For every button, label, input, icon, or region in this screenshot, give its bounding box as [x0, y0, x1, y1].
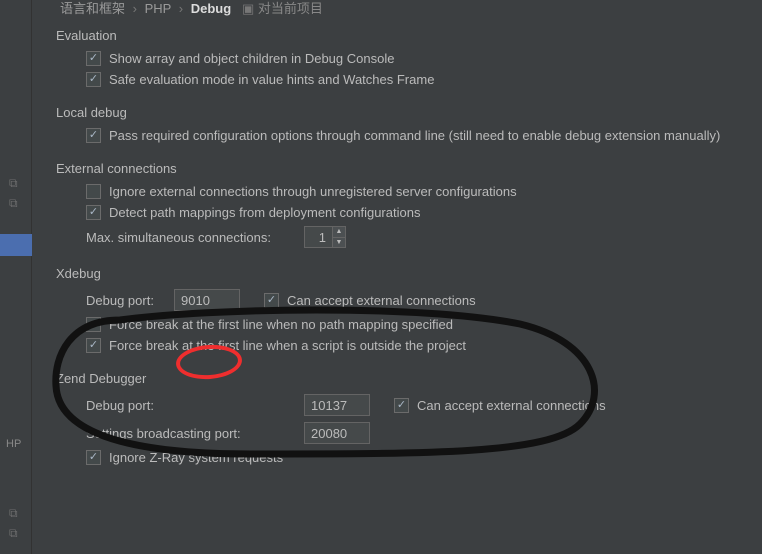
chevron-right-icon: › — [133, 1, 137, 16]
stack-icon[interactable]: ⧉ — [9, 196, 18, 211]
copy-icon-2[interactable]: ⧉ — [9, 506, 18, 521]
crumb-a[interactable]: 语言和框架 — [60, 1, 125, 16]
checkbox-xdebug-accept[interactable] — [264, 293, 279, 308]
sidebar-hp-label: HP — [6, 438, 21, 450]
crumb-b[interactable]: PHP — [145, 1, 172, 16]
scope-badge: 对当前项目 — [258, 1, 323, 16]
label-force-break-1: Force break at the first line when no pa… — [109, 317, 453, 332]
left-gutter: ⧉ ⧉ HP ⧉ ⧉ — [0, 0, 32, 554]
section-local-debug: Local debug — [56, 105, 756, 120]
crumb-c: Debug — [191, 1, 231, 16]
section-evaluation: Evaluation — [56, 28, 756, 43]
label-ignore-zray: Ignore Z-Ray system requests — [109, 450, 283, 465]
label-show-array: Show array and object children in Debug … — [109, 51, 394, 66]
checkbox-zend-accept[interactable] — [394, 398, 409, 413]
label-max-conn: Max. simultaneous connections: — [86, 230, 296, 245]
checkbox-pass-config[interactable] — [86, 128, 101, 143]
input-max-conn[interactable] — [304, 226, 332, 248]
label-zend-broadcast: Settings broadcasting port: — [86, 426, 296, 441]
checkbox-detect-mappings[interactable] — [86, 205, 101, 220]
checkbox-force-break-1[interactable] — [86, 317, 101, 332]
breadcrumb: 语言和框架 › PHP › Debug ▣ 对当前项目 — [60, 0, 323, 17]
label-xdebug-accept: Can accept external connections — [287, 293, 476, 308]
stack-icon-2[interactable]: ⧉ — [9, 526, 18, 541]
label-zend-accept: Can accept external connections — [417, 398, 606, 413]
checkbox-ignore-zray[interactable] — [86, 450, 101, 465]
label-zend-port: Debug port: — [86, 398, 296, 413]
input-xdebug-port[interactable] — [174, 289, 240, 311]
checkbox-ignore-external[interactable] — [86, 184, 101, 199]
label-xdebug-port: Debug port: — [86, 293, 166, 308]
section-external: External connections — [56, 161, 756, 176]
section-zend: Zend Debugger — [56, 371, 756, 386]
copy-icon[interactable]: ⧉ — [9, 176, 18, 191]
chevron-right-icon: › — [179, 1, 183, 16]
label-detect-mappings: Detect path mappings from deployment con… — [109, 205, 420, 220]
spinner-max-conn[interactable]: ▲▼ — [332, 226, 346, 248]
gutter-selection — [0, 234, 32, 256]
label-ignore-external: Ignore external connections through unre… — [109, 184, 517, 199]
settings-content: Evaluation Show array and object childre… — [56, 28, 756, 471]
checkbox-force-break-2[interactable] — [86, 338, 101, 353]
label-safe-eval: Safe evaluation mode in value hints and … — [109, 72, 434, 87]
checkbox-safe-eval[interactable] — [86, 72, 101, 87]
label-pass-config: Pass required configuration options thro… — [109, 128, 720, 143]
input-zend-port[interactable] — [304, 394, 370, 416]
chevron-down-icon[interactable]: ▼ — [333, 238, 345, 248]
chevron-up-icon[interactable]: ▲ — [333, 227, 345, 238]
input-zend-broadcast[interactable] — [304, 422, 370, 444]
scope-icon: ▣ — [242, 1, 254, 16]
section-xdebug: Xdebug — [56, 266, 756, 281]
label-force-break-2: Force break at the first line when a scr… — [109, 338, 466, 353]
checkbox-show-array[interactable] — [86, 51, 101, 66]
